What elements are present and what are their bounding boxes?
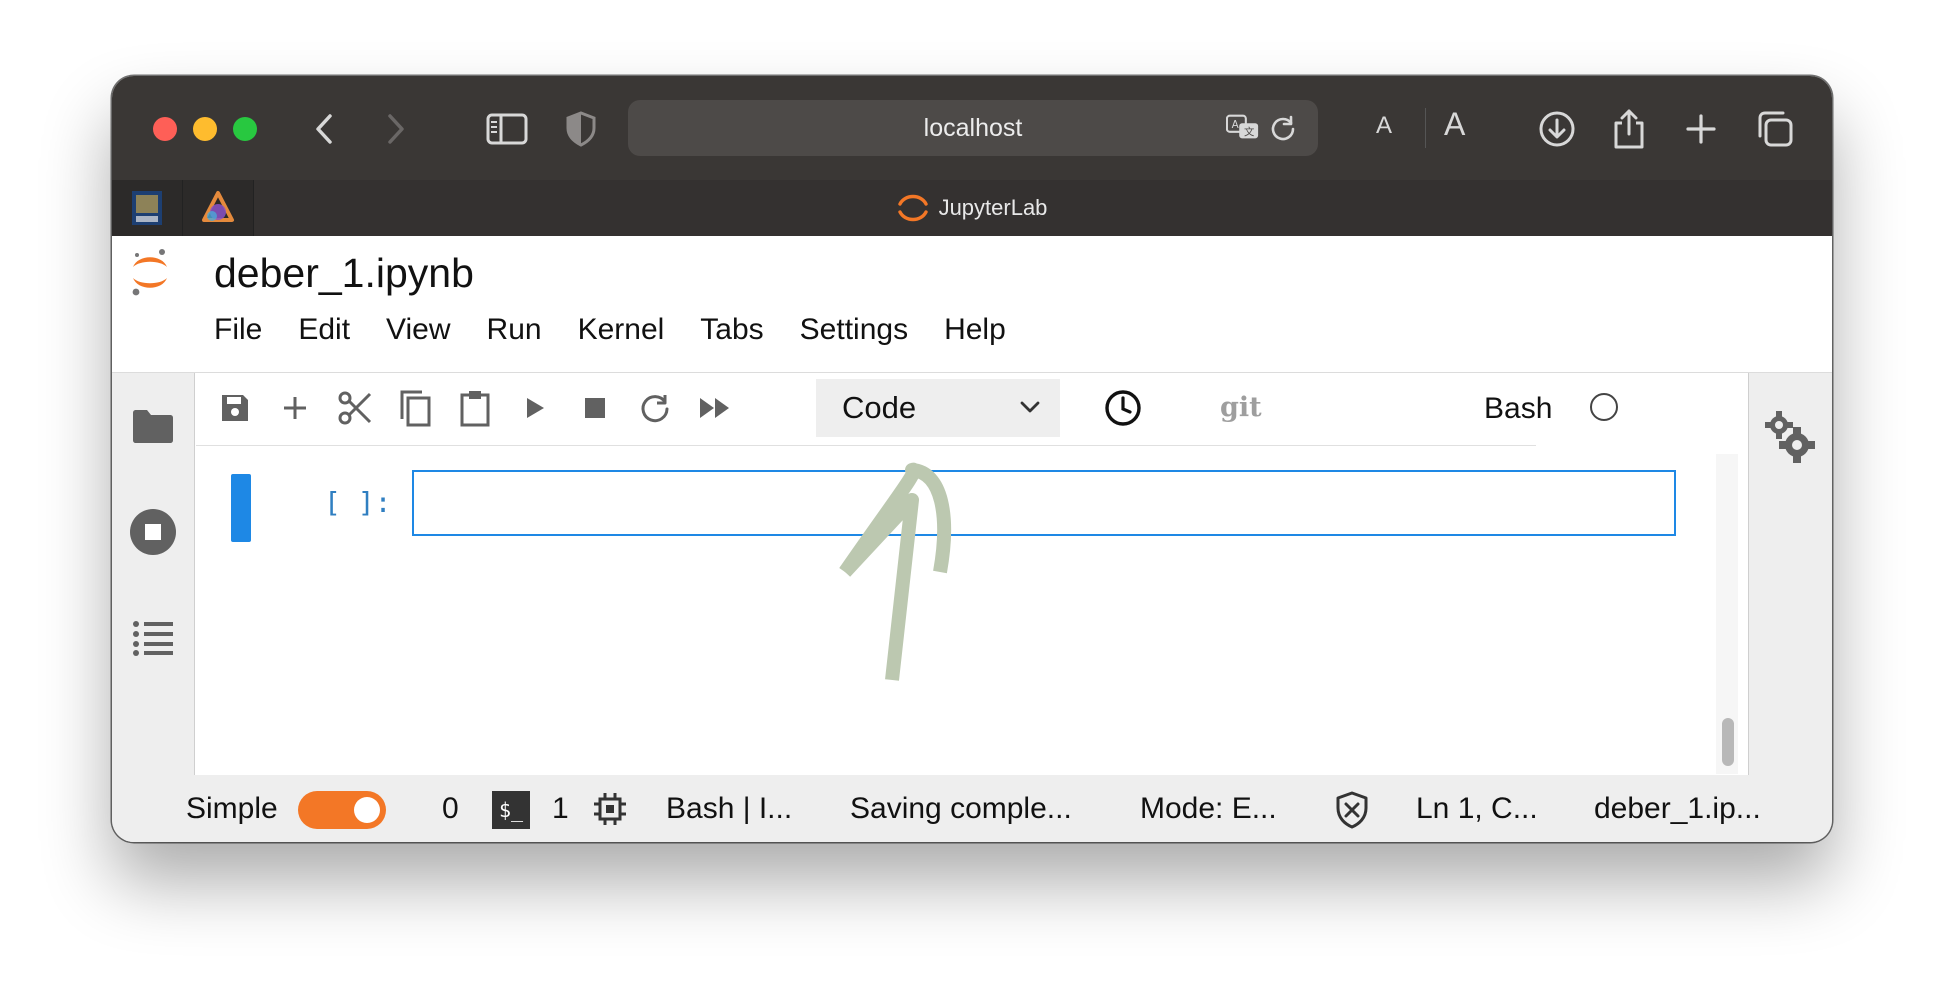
add-cell-icon[interactable]	[270, 383, 320, 433]
jupyter-header: deber_1.ipynb File Edit View Run Kernel …	[112, 236, 1832, 373]
trust-shield-icon[interactable]	[1334, 791, 1370, 829]
url-text[interactable]: localhost	[628, 100, 1318, 156]
terminal-icon[interactable]: $_	[492, 791, 530, 829]
menu-settings[interactable]: Settings	[782, 302, 926, 358]
browser-toolbar: localhost A文 A A JupyterLab	[112, 76, 1832, 236]
menu-file[interactable]: File	[196, 302, 280, 358]
paste-icon[interactable]	[450, 383, 500, 433]
browser-window: localhost A文 A A JupyterLab deber_1.ipyn…	[112, 76, 1832, 842]
new-tab-icon[interactable]	[1674, 102, 1728, 156]
cell-collapser[interactable]	[231, 474, 251, 542]
svg-text:文: 文	[1244, 126, 1255, 139]
back-icon[interactable]	[298, 102, 352, 156]
jupyter-logo-icon[interactable]	[128, 246, 172, 298]
property-inspector-icon[interactable]	[1759, 405, 1819, 465]
stop-icon[interactable]	[570, 383, 620, 433]
increase-font-button[interactable]: A	[1444, 106, 1465, 143]
download-icon[interactable]	[1530, 102, 1584, 156]
svg-text:A: A	[1232, 119, 1240, 131]
toggle-knob	[354, 797, 380, 823]
zoom-window-button[interactable]	[233, 117, 257, 141]
toolbar-divider	[1425, 108, 1426, 148]
folder-icon[interactable]	[128, 401, 178, 451]
running-sessions-icon[interactable]	[128, 507, 178, 557]
sidebar-icon[interactable]	[480, 102, 534, 156]
right-sidebar	[1748, 373, 1832, 775]
editor-mode-text[interactable]: Mode: E...	[1140, 775, 1277, 842]
notebook-title[interactable]: deber_1.ipynb	[214, 250, 474, 297]
git-button[interactable]: git	[1220, 385, 1262, 431]
status-bar: Simple 0 $_ 1 Bash | I... Saving comple.…	[112, 775, 1832, 842]
tab-title-text: JupyterLab	[938, 195, 1048, 220]
copy-icon[interactable]	[390, 383, 440, 433]
run-all-icon[interactable]	[690, 383, 740, 433]
code-cell-editor[interactable]	[412, 470, 1676, 536]
forward-icon[interactable]	[368, 102, 422, 156]
kernel-status-indicator	[1590, 393, 1618, 421]
menu-help[interactable]: Help	[926, 302, 1024, 358]
menu-edit[interactable]: Edit	[280, 302, 368, 358]
jupyter-tab-icon	[897, 194, 928, 222]
cursor-position-text[interactable]: Ln 1, C...	[1416, 775, 1538, 842]
share-icon[interactable]	[1602, 102, 1656, 156]
menu-bar: File Edit View Run Kernel Tabs Settings …	[196, 302, 1024, 358]
restart-icon[interactable]	[630, 383, 680, 433]
menu-run[interactable]: Run	[469, 302, 560, 358]
simple-mode-toggle[interactable]	[298, 791, 386, 829]
cpu-chip-icon[interactable]	[592, 791, 628, 827]
tab-overview-icon[interactable]	[1748, 102, 1802, 156]
shield-icon[interactable]	[554, 102, 608, 156]
file-name-text: deber_1.ip...	[1594, 792, 1761, 825]
minimize-window-button[interactable]	[193, 117, 217, 141]
left-sidebar	[112, 373, 195, 775]
kernel-status-text[interactable]: Bash | I...	[666, 775, 792, 842]
reload-icon[interactable]	[1266, 112, 1300, 144]
cut-icon[interactable]	[330, 383, 380, 433]
notebook-toolbar: Code git Bash	[196, 373, 1618, 446]
kernels-count[interactable]: 1	[552, 775, 569, 842]
clock-icon[interactable]	[1098, 383, 1148, 433]
save-status-text: Saving comple...	[850, 792, 1072, 825]
close-window-button[interactable]	[153, 117, 177, 141]
chevron-down-icon	[1020, 401, 1040, 413]
decrease-font-button[interactable]: A	[1376, 112, 1392, 140]
mode-toggle-label: Simple	[186, 792, 278, 825]
menu-tabs[interactable]: Tabs	[682, 302, 781, 358]
menu-kernel[interactable]: Kernel	[560, 302, 683, 358]
translate-icon[interactable]: A文	[1226, 112, 1260, 144]
active-tab[interactable]: JupyterLab	[112, 180, 1832, 236]
save-icon[interactable]	[210, 383, 260, 433]
cell-prompt: [ ]:	[324, 486, 392, 519]
address-bar[interactable]: localhost A文	[628, 100, 1318, 156]
cell-type-select[interactable]: Code	[816, 379, 1060, 437]
menu-view[interactable]: View	[368, 302, 468, 358]
kernel-name[interactable]: Bash	[1484, 373, 1552, 445]
cell-type-label: Code	[842, 390, 917, 425]
notebook-panel: Code git Bash	[196, 373, 1618, 775]
scrollbar-thumb[interactable]	[1722, 718, 1734, 766]
table-of-contents-icon[interactable]	[128, 613, 178, 663]
run-icon[interactable]	[510, 383, 560, 433]
terminals-count[interactable]: 0	[442, 775, 459, 842]
